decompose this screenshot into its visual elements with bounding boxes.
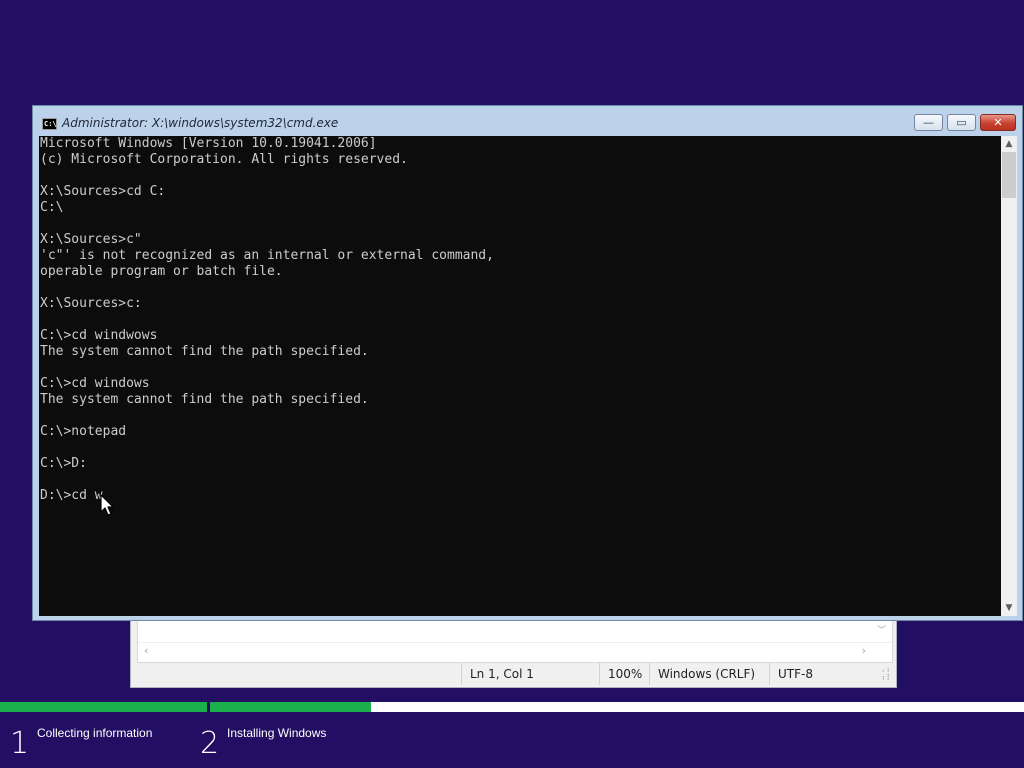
scroll-up-arrow-icon[interactable]: ▲ (1001, 136, 1017, 152)
step-label: Installing Windows (227, 726, 327, 740)
close-button[interactable]: ✕ (980, 114, 1016, 131)
status-encoding: UTF-8 (769, 663, 869, 685)
progress-fill-collecting (0, 702, 207, 712)
scroll-right-chevron-icon[interactable]: › (862, 644, 866, 657)
status-zoom: 100% (599, 663, 649, 685)
horizontal-scrollbar[interactable]: ‹ › (138, 642, 892, 659)
resize-grip-icon[interactable]: ⠠⠰ ⠰⠸ (879, 666, 890, 682)
progress-segment-collecting (0, 702, 207, 712)
notepad-window[interactable]: ﹀ ‹ › Ln 1, Col 1 100% Windows (CRLF) UT… (130, 612, 897, 688)
mouse-pointer-icon (100, 494, 114, 516)
cmd-window[interactable]: C:\ Administrator: X:\windows\system32\c… (32, 105, 1023, 621)
title-bar[interactable]: C:\ Administrator: X:\windows\system32\c… (33, 106, 1022, 136)
vertical-scrollbar[interactable]: ▲ ▼ (1001, 136, 1017, 616)
scroll-down-arrow-icon[interactable]: ▼ (1001, 600, 1017, 616)
progress-segment-installing (210, 702, 1024, 712)
notepad-status-bar: Ln 1, Col 1 100% Windows (CRLF) UTF-8 ⠠⠰… (137, 663, 893, 685)
progress-fill-installing (210, 702, 372, 712)
scroll-left-chevron-icon[interactable]: ‹ (144, 644, 148, 657)
step-number: 2 (200, 726, 220, 761)
console-text: Microsoft Windows [Version 10.0.19041.20… (40, 136, 494, 503)
status-cursor-position: Ln 1, Col 1 (461, 663, 599, 685)
step-number: 1 (10, 726, 30, 761)
setup-progress-bar (0, 702, 1024, 712)
console-output[interactable]: Microsoft Windows [Version 10.0.19041.20… (39, 136, 1001, 616)
cmd-icon: C:\ (42, 118, 57, 130)
window-title: Administrator: X:\windows\system32\cmd.e… (62, 116, 339, 130)
minimize-button[interactable]: — (914, 114, 943, 131)
step-label: Collecting information (37, 726, 153, 740)
scroll-down-chevron-icon[interactable]: ﹀ (877, 626, 886, 636)
status-line-ending: Windows (CRLF) (649, 663, 769, 685)
maximize-button[interactable]: ▭ (947, 114, 976, 131)
scrollbar-thumb[interactable] (1002, 152, 1016, 198)
